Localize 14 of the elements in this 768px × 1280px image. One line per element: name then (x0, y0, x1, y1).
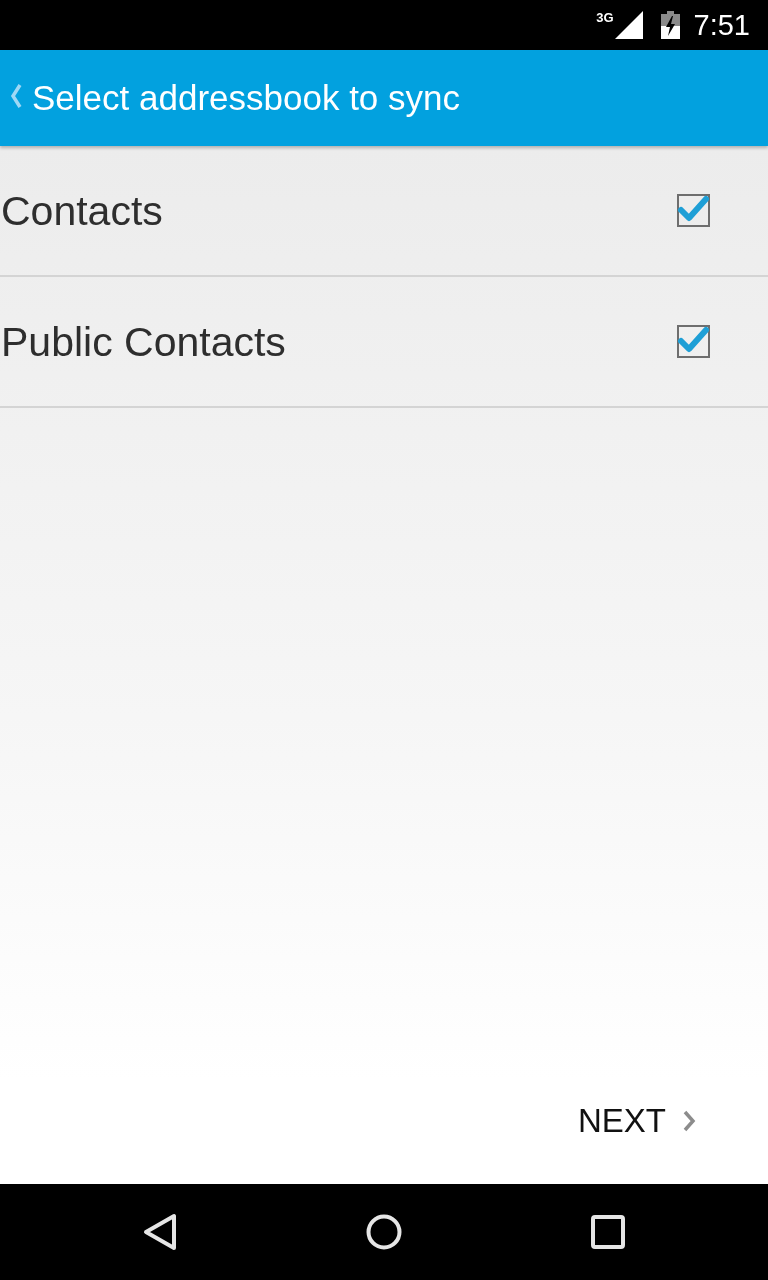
back-icon[interactable] (143, 1213, 177, 1251)
clock-time: 7:51 (693, 8, 750, 42)
network-type-label: 3G (596, 10, 614, 25)
screen-title: Select addressbook to sync (32, 77, 460, 119)
battery-icon (660, 11, 680, 39)
signal-icon (614, 11, 643, 39)
addressbook-name: Contacts (0, 186, 163, 236)
addressbook-row[interactable]: Contacts (0, 146, 768, 277)
home-icon[interactable] (366, 1214, 402, 1250)
next-button[interactable]: NEXT (578, 1101, 696, 1141)
recent-apps-icon[interactable] (591, 1215, 625, 1249)
addressbook-name: Public Contacts (0, 317, 286, 367)
addressbook-row[interactable]: Public Contacts (0, 277, 768, 408)
chevron-right-icon (682, 1110, 696, 1132)
